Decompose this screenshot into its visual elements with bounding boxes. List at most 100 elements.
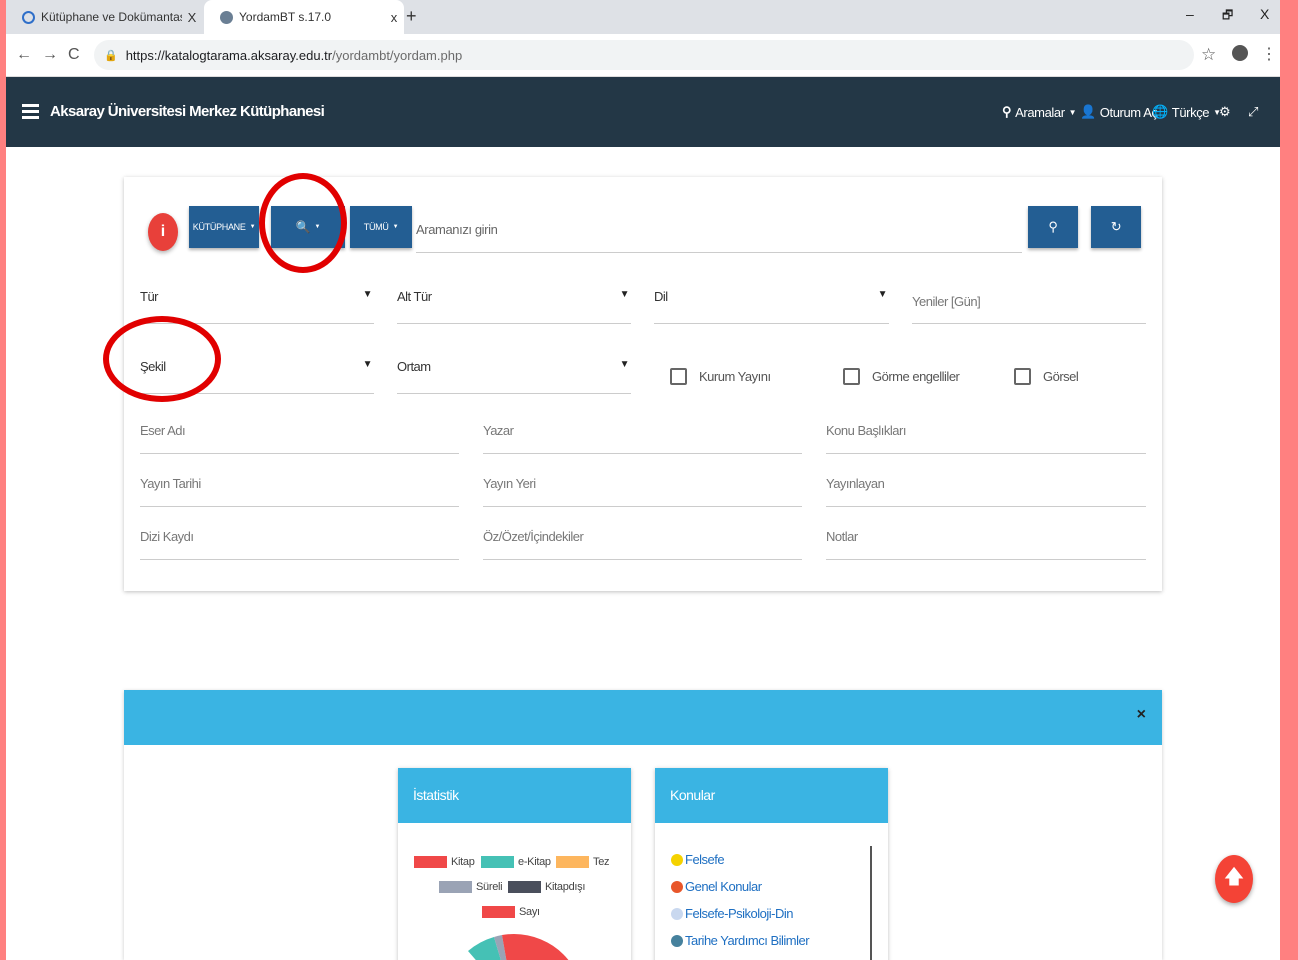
legend-label: Süreli (476, 881, 503, 893)
legend-item-sureli[interactable]: Süreli (439, 881, 503, 893)
language-menu[interactable]: 🌐 Türkçe ▼ (1152, 104, 1221, 120)
title-input[interactable]: Eser Adı (140, 407, 459, 454)
all-dropdown-button[interactable]: TÜMÜ ▼ (350, 206, 412, 248)
site-navbar: Aksaray Üniversitesi Merkez Kütüphanesi … (6, 77, 1280, 147)
visual-checkbox[interactable]: Görsel (1014, 368, 1079, 385)
topic-link[interactable]: Felsefe-Psikoloji-Din (671, 906, 793, 921)
legend-item-sayi[interactable]: Sayı (482, 906, 540, 918)
legend-swatch (482, 906, 515, 918)
checkbox-box[interactable] (843, 368, 860, 385)
stats-panel-header: × (124, 690, 1162, 745)
topic-dot (671, 880, 683, 893)
topic-label: Felsefe (685, 852, 725, 867)
checkbox-label: Kurum Yayını (699, 369, 771, 384)
bookmark-star-icon[interactable]: ☆ (1201, 45, 1216, 65)
publication-date-label: Yayın Tarihi (140, 476, 201, 491)
author-label: Yazar (483, 423, 514, 438)
login-link[interactable]: 👤 Oturum Aç (1080, 104, 1158, 120)
search-button[interactable]: ⚲ (1028, 206, 1078, 248)
reset-icon: ↻ (1110, 219, 1122, 234)
legend-swatch (556, 856, 589, 868)
topic-link[interactable]: Genel Konular (671, 879, 762, 894)
subject-headings-input[interactable]: Konu Başlıkları (826, 407, 1146, 454)
caret-down-icon: ▼ (249, 224, 256, 230)
notes-label: Notlar (826, 529, 858, 544)
new-tab-button[interactable]: + (406, 6, 417, 27)
browser-tab-library[interactable]: Kütüphane ve Dokümantasyon D X (6, 0, 202, 34)
arrow-up-icon: 🡅 (1223, 866, 1245, 888)
minimize-button[interactable]: – (1186, 6, 1194, 22)
pie-slice-kitap[interactable] (514, 934, 584, 960)
notes-input[interactable]: Notlar (826, 513, 1146, 560)
publication-place-input[interactable]: Yayın Yeri (483, 460, 802, 507)
checkbox-label: Görsel (1043, 369, 1079, 384)
annotation-circle-form (103, 316, 221, 402)
visually-impaired-checkbox[interactable]: Görme engelliler (843, 368, 960, 385)
info-icon[interactable]: i (148, 213, 178, 251)
close-tab-icon[interactable]: x (384, 10, 404, 25)
language-select[interactable]: Dil ▼ (654, 277, 889, 324)
caret-down-icon: ▼ (619, 289, 630, 300)
tab-strip: Kütüphane ve Dokümantasyon D X YordamBT … (6, 0, 1280, 34)
legend-item-kitapdisi[interactable]: Kitapdışı (508, 881, 585, 893)
back-arrow-icon[interactable]: ← (16, 46, 32, 64)
close-window-button[interactable]: X (1260, 6, 1269, 22)
scroll-to-top-button[interactable]: 🡅 (1215, 855, 1253, 903)
legend-label: e-Kitap (518, 856, 551, 868)
legend-label: Sayı (519, 906, 540, 918)
legend-label: Kitapdışı (545, 881, 586, 893)
language-filter-label: Dil (654, 289, 668, 304)
subtype-select[interactable]: Alt Tür ▼ (397, 277, 631, 324)
library-dropdown-button[interactable]: KÜTÜPHANE ▼ (189, 206, 259, 248)
library-button-label: KÜTÜPHANE (192, 222, 246, 232)
close-icon[interactable]: × (1137, 706, 1146, 724)
checkbox-box[interactable] (1014, 368, 1031, 385)
reload-icon[interactable]: C (68, 46, 80, 64)
new-items-days-input[interactable]: Yeniler [Gün] (912, 277, 1146, 324)
abstract-input[interactable]: Öz/Özet/İçindekiler (483, 513, 802, 560)
publisher-label: Yayınlayan (826, 476, 885, 491)
topic-dot (671, 934, 683, 947)
legend-swatch (481, 856, 514, 868)
legend-swatch (508, 881, 541, 893)
author-input[interactable]: Yazar (483, 407, 802, 454)
globe-icon: 🌐 (1152, 104, 1168, 119)
topics-scrollbar[interactable] (870, 846, 872, 960)
legend-item-kitap[interactable]: Kitap (414, 856, 475, 868)
caret-down-icon: ▼ (362, 289, 373, 300)
settings-gear-icon[interactable]: ⚙ (1219, 104, 1231, 120)
publisher-input[interactable]: Yayınlayan (826, 460, 1146, 507)
hamburger-menu-icon[interactable] (22, 104, 39, 119)
searches-label: Aramalar (1015, 104, 1065, 120)
publication-date-input[interactable]: Yayın Tarihi (140, 460, 459, 507)
browser-tab-yordam[interactable]: YordamBT s.17.0 x (204, 0, 404, 34)
medium-label: Ortam (397, 359, 431, 374)
site-brand[interactable]: Aksaray Üniversitesi Merkez Kütüphanesi (50, 103, 325, 120)
institution-publication-checkbox[interactable]: Kurum Yayını (670, 368, 771, 385)
checkbox-box[interactable] (670, 368, 687, 385)
user-icon: 👤 (1080, 104, 1096, 119)
close-tab-icon[interactable]: X (182, 10, 202, 25)
forward-arrow-icon[interactable]: → (42, 46, 58, 64)
url-bar[interactable]: 🔒 https://katalogtarama.aksaray.edu.tr/y… (94, 40, 1194, 70)
profile-icon[interactable] (1232, 45, 1248, 61)
globe-favicon-icon (220, 10, 233, 24)
restore-button[interactable]: 🗗 (1222, 6, 1233, 27)
topic-link[interactable]: Felsefe (671, 852, 725, 867)
url-path: /yordambt/yordam.php (332, 47, 463, 63)
search-icon: ⚲ (1002, 104, 1012, 119)
series-label: Dizi Kaydı (140, 529, 194, 544)
publication-place-label: Yayın Yeri (483, 476, 536, 491)
series-input[interactable]: Dizi Kaydı (140, 513, 459, 560)
searches-menu[interactable]: ⚲ Aramalar ▼ (1002, 104, 1077, 120)
legend-item-ekitap[interactable]: e-Kitap (481, 856, 551, 868)
topic-link[interactable]: Tarihe Yardımcı Bilimler (671, 933, 810, 948)
pie-chart (468, 933, 584, 960)
fullscreen-icon[interactable]: ⤢ (1248, 104, 1258, 120)
menu-kebab-icon[interactable]: ⋮ (1261, 44, 1277, 64)
medium-select[interactable]: Ortam ▼ (397, 347, 631, 394)
reset-button[interactable]: ↻ (1091, 206, 1141, 248)
annotation-circle-search-type (259, 173, 347, 273)
search-input[interactable] (416, 206, 1022, 253)
legend-item-tez[interactable]: Tez (556, 856, 610, 868)
